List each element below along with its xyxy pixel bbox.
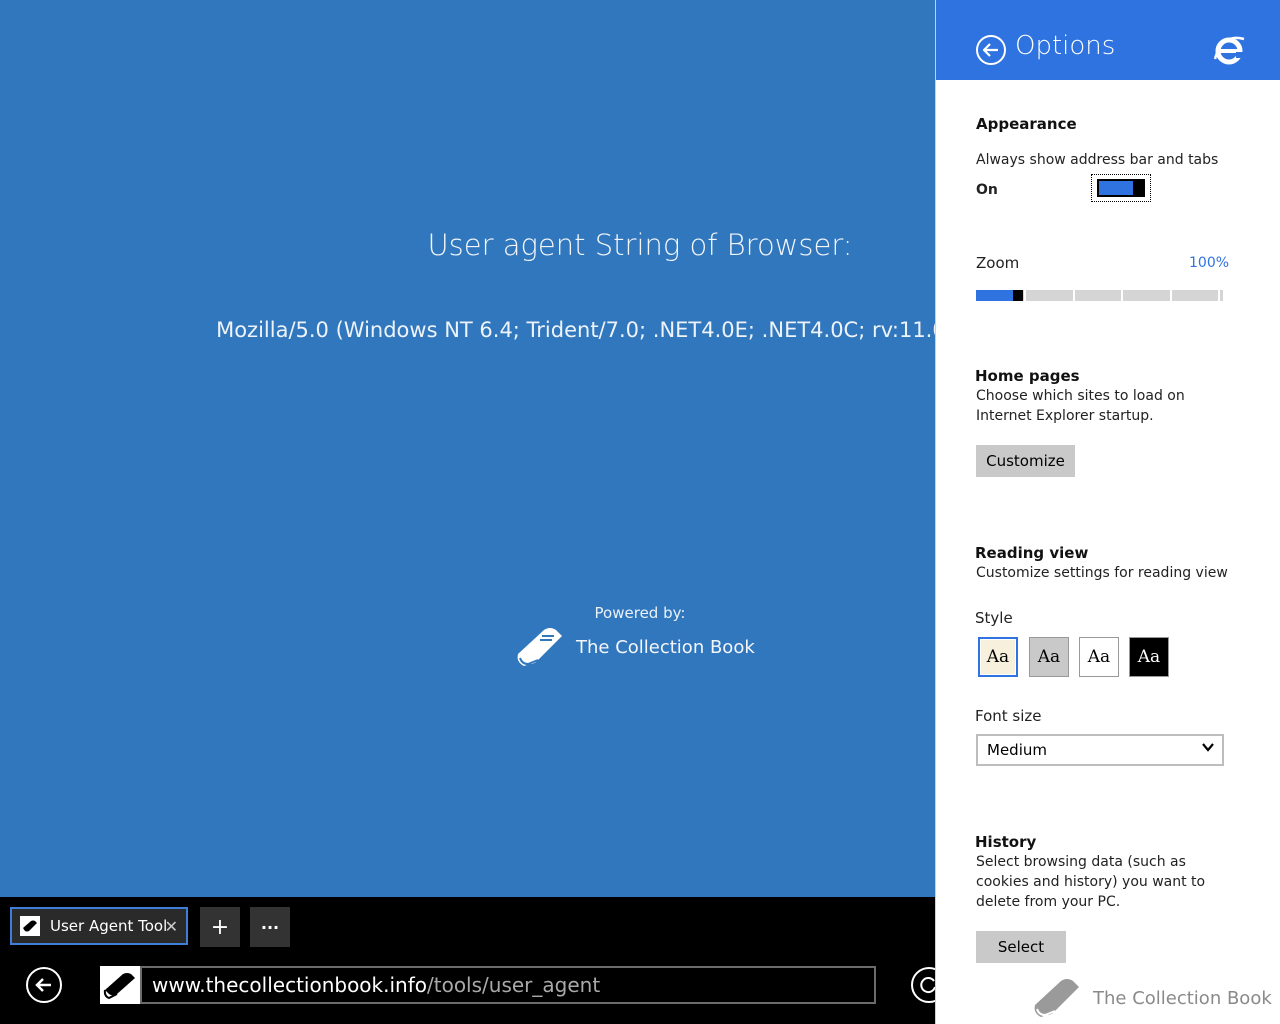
zoom-slider-tick — [1024, 290, 1026, 301]
address-bar-toggle[interactable] — [1091, 174, 1151, 202]
options-panel: Options Appearance Always show address b… — [935, 0, 1280, 1024]
powered-by-label: Powered by: — [594, 604, 686, 622]
book-icon — [517, 628, 562, 666]
close-icon[interactable]: ✕ — [165, 917, 178, 936]
zoom-slider-tick — [1073, 290, 1075, 301]
brand-logo-link[interactable]: The Collection Book — [514, 624, 755, 670]
reading-style-option-3[interactable]: Aa — [1079, 637, 1119, 677]
font-size-label: Font size — [975, 707, 1042, 725]
reading-style-option-1[interactable]: Aa — [978, 637, 1018, 677]
toggle-track — [1097, 179, 1145, 197]
zoom-slider-fill — [976, 290, 1018, 301]
url-domain: www.thecollectionbook.info — [152, 973, 427, 997]
toggle-state-label: On — [976, 182, 998, 198]
customize-button[interactable]: Customize — [976, 445, 1075, 477]
toggle-knob — [1133, 181, 1143, 195]
home-pages-description: Choose which sites to load on Internet E… — [976, 388, 1185, 424]
site-favicon — [20, 916, 40, 936]
history-description: Select browsing data (such as cookies an… — [976, 854, 1206, 910]
font-size-select[interactable]: Medium — [976, 734, 1224, 766]
style-label: Style — [975, 609, 1013, 627]
zoom-slider-tick — [1218, 290, 1220, 301]
url-path: /tools/user_agent — [427, 973, 601, 997]
history-title: History — [975, 833, 1037, 851]
reading-view-description: Customize settings for reading view — [976, 565, 1228, 581]
appearance-title: Appearance — [976, 115, 1077, 133]
zoom-slider-tick — [1170, 290, 1172, 301]
options-title: Options — [1015, 31, 1116, 61]
tab-user-agent-tool[interactable]: User Agent Tool ✕ — [10, 907, 188, 945]
address-bar[interactable]: www.thecollectionbook.info/tools/user_ag… — [140, 966, 876, 1004]
watermark-text: The Collection Book — [1093, 987, 1272, 1009]
back-arrow-icon — [983, 43, 998, 57]
back-arrow-icon — [35, 978, 51, 992]
select-history-button[interactable]: Select — [976, 931, 1066, 963]
reading-view-title: Reading view — [975, 544, 1089, 562]
zoom-label: Zoom — [976, 254, 1020, 272]
internet-explorer-logo-icon — [1212, 33, 1246, 75]
font-size-value: Medium — [987, 741, 1047, 759]
tab-label: User Agent Tool — [50, 917, 168, 935]
address-bar-setting-label: Always show address bar and tabs — [976, 152, 1219, 168]
watermark: The Collection Book — [1031, 975, 1272, 1021]
address-favicon — [100, 966, 140, 1004]
options-back-button[interactable] — [976, 35, 1006, 65]
zoom-value: 100% — [1189, 255, 1230, 271]
book-icon — [103, 973, 135, 1000]
home-pages-title: Home pages — [975, 367, 1080, 385]
back-button[interactable] — [26, 967, 62, 1003]
book-icon — [1034, 979, 1079, 1017]
new-tab-button[interactable]: + — [200, 907, 240, 947]
options-header: Options — [936, 0, 1280, 80]
zoom-slider-thumb[interactable] — [1013, 290, 1023, 301]
reading-style-option-4[interactable]: Aa — [1129, 637, 1169, 677]
zoom-slider[interactable] — [976, 290, 1223, 301]
tab-tools-more-button[interactable]: ··· — [250, 907, 290, 947]
chevron-down-icon — [1202, 740, 1214, 756]
brand-name: The Collection Book — [576, 636, 755, 658]
reading-style-option-2[interactable]: Aa — [1029, 637, 1069, 677]
zoom-slider-tick — [1121, 290, 1123, 301]
web-page — [0, 0, 935, 897]
